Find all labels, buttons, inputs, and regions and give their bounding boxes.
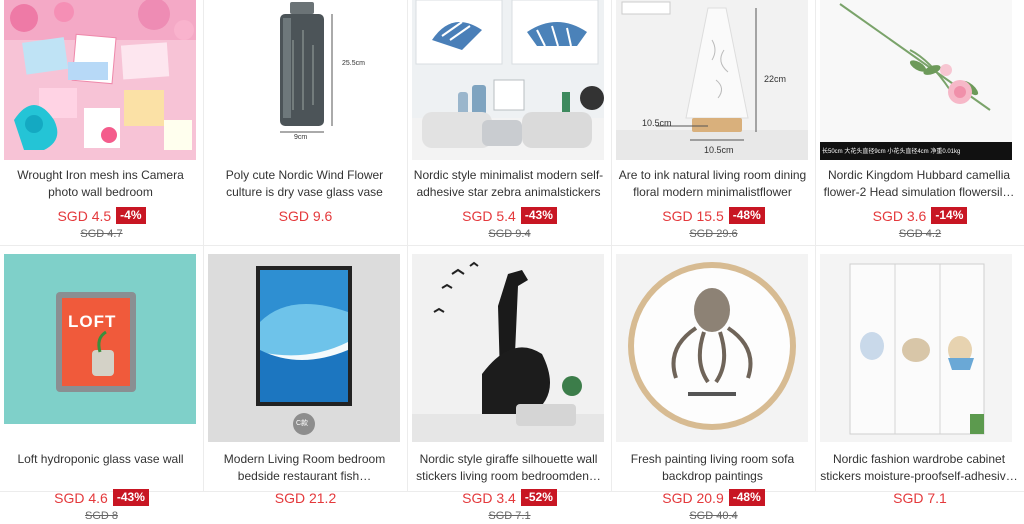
product-price: SGD 3.6 (872, 207, 927, 224)
vase-top-label: 10.5cm (642, 118, 672, 128)
product-image-zebra-art[interactable] (412, 0, 604, 160)
original-price: SGD 8 (84, 510, 118, 522)
product-card-3[interactable]: Nordic style minimalist modern self-adhe… (408, 0, 612, 246)
product-card-10[interactable]: Nordic fashion wardrobe cabinet stickers… (816, 246, 1024, 506)
price-row: SGD 7.1 (816, 489, 1024, 507)
product-title[interactable]: Nordic style giraffe silhouette wall sti… (412, 451, 605, 485)
price-row: SGD 20.9 -48% (612, 489, 815, 507)
price-row: SGD 15.5 -48% (612, 207, 815, 225)
discount-badge: -48% (728, 207, 765, 225)
product-image-photo-wall[interactable] (4, 0, 196, 160)
product-title[interactable]: Poly cute Nordic Wind Flower culture is … (208, 167, 401, 201)
price-row: SGD 21.2 (204, 489, 407, 507)
original-price: SGD 4.7 (80, 228, 123, 240)
price-row: SGD 4.6 -43% (0, 489, 203, 507)
product-price: SGD 15.5 (662, 207, 724, 224)
original-price: SGD 7.1 (488, 510, 531, 522)
vase-height-label: 22cm (764, 74, 787, 84)
product-image-wardrobe[interactable] (820, 254, 1012, 442)
loft-sign-text: LOFT (68, 312, 117, 331)
product-grid: Wrought Iron mesh ins Camera photo wall … (0, 0, 1024, 524)
vase-height-label: 25.5cm (342, 60, 365, 67)
product-price: SGD 4.6 (54, 489, 108, 506)
vase-bottom-label: 10.5cm (704, 145, 734, 155)
product-price: SGD 3.4 (462, 489, 516, 506)
product-card-4[interactable]: 22cm 10.5cm 10.5cm Are to ink natural li… (612, 0, 816, 246)
original-price: SGD 4.2 (898, 228, 942, 240)
product-title[interactable]: Nordic Kingdom Hubbard camellia flower-2… (820, 167, 1018, 201)
price-row: SGD 5.4 -43% (408, 207, 611, 225)
product-title[interactable]: Are to ink natural living room dining fl… (616, 167, 809, 201)
product-image-ceramic-vase[interactable]: 22cm 10.5cm 10.5cm (616, 0, 808, 160)
discount-badge: -4% (116, 207, 146, 225)
product-image-glass-vase[interactable]: 25.5cm 9cm (208, 0, 400, 160)
product-title[interactable]: Fresh painting living room sofa backdrop… (616, 451, 809, 485)
product-title[interactable]: Modern Living Room bedroom bedside resta… (208, 451, 401, 485)
product-card-6[interactable]: LOFT Loft hydroponic glass vase wall SGD… (0, 246, 204, 522)
product-card-7[interactable]: C款 Modern Living Room bedroom bedside re… (204, 246, 408, 506)
product-card-1[interactable]: Wrought Iron mesh ins Camera photo wall … (0, 0, 204, 246)
product-image-giraffe[interactable] (412, 254, 604, 442)
discount-badge: -43% (520, 207, 557, 225)
discount-badge: -43% (112, 489, 149, 507)
image-caption: 长50cm 大花头直径9cm 小花头直径4cm 净重0.01kg (822, 149, 961, 155)
product-price: SGD 7.1 (893, 489, 947, 506)
discount-badge: -52% (520, 489, 557, 507)
product-image-fish-painting[interactable]: C款 (208, 254, 400, 442)
product-title[interactable]: Nordic style minimalist modern self-adhe… (412, 167, 605, 201)
original-price: SGD 29.6 (689, 228, 738, 240)
product-price: SGD 5.4 (462, 207, 516, 224)
original-price: SGD 40.4 (689, 510, 738, 522)
style-badge: C款 (296, 420, 309, 427)
product-image-camellia[interactable]: 长50cm 大花头直径9cm 小花头直径4cm 净重0.01kg (820, 0, 1012, 160)
product-price: SGD 20.9 (662, 489, 724, 506)
product-image-loft-vase[interactable]: LOFT (4, 254, 196, 442)
price-row: SGD 4.5 -4% (0, 207, 203, 225)
price-row: SGD 3.6 -14% (816, 207, 1024, 225)
product-image-octopus-painting[interactable] (616, 254, 808, 442)
product-title[interactable]: Wrought Iron mesh ins Camera photo wall … (4, 167, 197, 201)
product-card-2[interactable]: 25.5cm 9cm Poly cute Nordic Wind Flower … (204, 0, 408, 246)
product-card-9[interactable]: Fresh painting living room sofa backdrop… (612, 246, 816, 522)
product-title[interactable]: Loft hydroponic glass vase wall (4, 451, 197, 485)
price-row: SGD 3.4 -52% (408, 489, 611, 507)
original-price: SGD 9.4 (488, 228, 531, 240)
product-card-5[interactable]: 长50cm 大花头直径9cm 小花头直径4cm 净重0.01kg Nordic … (816, 0, 1024, 246)
price-row: SGD 9.6 (204, 207, 407, 225)
discount-badge: -48% (728, 489, 765, 507)
product-price: SGD 4.5 (57, 207, 112, 224)
product-price: SGD 9.6 (278, 207, 333, 224)
vase-width-label: 9cm (294, 134, 308, 141)
product-title[interactable]: Nordic fashion wardrobe cabinet stickers… (820, 451, 1018, 485)
product-price: SGD 21.2 (274, 489, 337, 506)
product-card-8[interactable]: Nordic style giraffe silhouette wall sti… (408, 246, 612, 522)
discount-badge: -14% (931, 207, 968, 225)
